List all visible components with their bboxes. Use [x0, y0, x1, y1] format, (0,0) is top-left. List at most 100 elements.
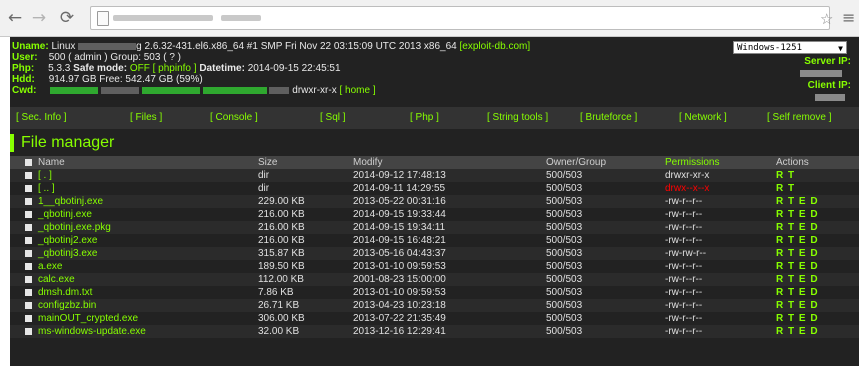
- menu-self-remove[interactable]: [ Self remove ]: [767, 112, 831, 123]
- user-line: User: 500 ( admin ) Group: 503 ( ? ): [12, 52, 181, 63]
- file-name-link[interactable]: _qbotinj3.exe: [38, 247, 98, 260]
- redacted-client-ip: [815, 94, 845, 101]
- file-permissions[interactable]: -rw-r--r--: [665, 286, 702, 299]
- file-permissions[interactable]: -rw-r--r--: [665, 273, 702, 286]
- reload-icon[interactable]: ⟳: [58, 9, 76, 27]
- file-name-link[interactable]: mainOUT_crypted.exe: [38, 312, 138, 325]
- row-checkbox[interactable]: [25, 185, 32, 192]
- file-name-link[interactable]: _qbotinj2.exe: [38, 234, 98, 247]
- menu-console[interactable]: [ Console ]: [210, 112, 258, 123]
- file-permissions[interactable]: -rw-rw-r--: [665, 247, 706, 260]
- browser-toolbar: ← → ⟳ ☆ ≡: [0, 0, 859, 37]
- table-row: [ .. ] dir 2014-09-11 14:29:55 500/503 drwx-…: [10, 182, 859, 195]
- table-row: a.exe 189.50 KB 2013-01-10 09:59:53 500/503…: [10, 260, 859, 273]
- redacted-path: [202, 86, 267, 94]
- file-permissions[interactable]: -rw-r--r--: [665, 299, 702, 312]
- file-actions[interactable]: R T E D: [776, 247, 819, 260]
- file-modified: 2001-08-23 15:00:00: [353, 274, 446, 285]
- row-checkbox[interactable]: [25, 263, 32, 270]
- hdd-label: Hdd:: [12, 74, 35, 85]
- menu-sec-info[interactable]: [ Sec. Info ]: [16, 112, 67, 123]
- file-permissions[interactable]: -rw-r--r--: [665, 208, 702, 221]
- file-actions[interactable]: R T E D: [776, 325, 819, 338]
- exploit-db-link[interactable]: [exploit-db.com]: [460, 41, 531, 52]
- phpinfo-link[interactable]: [ phpinfo ]: [153, 63, 197, 74]
- file-name-link[interactable]: configzbz.bin: [38, 299, 96, 312]
- file-owner: 500/503: [546, 235, 583, 246]
- file-permissions[interactable]: -rw-r--r--: [665, 312, 702, 325]
- file-size: 26.71 KB: [258, 300, 300, 311]
- file-modified: 2013-05-16 04:43:37: [353, 248, 446, 259]
- file-actions[interactable]: R T E D: [776, 208, 819, 221]
- file-name-link[interactable]: calc.exe: [38, 273, 75, 286]
- col-owner: Owner/Group: [546, 157, 607, 168]
- server-info-header: Uname: Linux g 2.6.32-431.el6.x86_64 #1 …: [10, 37, 859, 105]
- row-checkbox[interactable]: [25, 211, 32, 218]
- file-permissions[interactable]: -rw-r--r--: [665, 234, 702, 247]
- bookmark-star-icon[interactable]: ☆: [820, 10, 833, 28]
- file-modified: 2014-09-12 17:48:13: [353, 170, 446, 181]
- col-modify[interactable]: Modify: [353, 156, 382, 169]
- file-owner: 500/503: [546, 326, 583, 337]
- file-name-link[interactable]: _qbotinj.exe.pkg: [38, 221, 111, 234]
- table-row: configzbz.bin 26.71 KB 2013-04-23 10:23:18…: [10, 299, 859, 312]
- file-actions[interactable]: R T E D: [776, 286, 819, 299]
- home-link[interactable]: [ home ]: [339, 85, 375, 96]
- file-name-link[interactable]: dmsh.dm.txt: [38, 286, 92, 299]
- hamburger-menu-icon[interactable]: ≡: [842, 8, 855, 27]
- file-actions[interactable]: R T E D: [776, 195, 819, 208]
- file-size: 216.00 KB: [258, 222, 305, 233]
- menu-files[interactable]: [ Files ]: [130, 112, 162, 123]
- file-actions[interactable]: R T E D: [776, 260, 819, 273]
- file-size: 216.00 KB: [258, 235, 305, 246]
- file-actions[interactable]: R T E D: [776, 234, 819, 247]
- file-actions[interactable]: R T: [776, 182, 795, 195]
- row-checkbox[interactable]: [25, 276, 32, 283]
- file-actions[interactable]: R T E D: [776, 299, 819, 312]
- file-actions[interactable]: R T: [776, 169, 795, 182]
- file-permissions[interactable]: drwxr-xr-x: [665, 169, 709, 182]
- col-size[interactable]: Size: [258, 156, 277, 169]
- row-checkbox[interactable]: [25, 237, 32, 244]
- file-name-link[interactable]: 1__qbotinj.exe: [38, 195, 103, 208]
- menu-network[interactable]: [ Network ]: [679, 112, 727, 123]
- file-name-link[interactable]: [ .. ]: [38, 182, 55, 195]
- row-checkbox[interactable]: [25, 224, 32, 231]
- row-checkbox[interactable]: [25, 289, 32, 296]
- file-actions[interactable]: R T E D: [776, 273, 819, 286]
- file-name-link[interactable]: _qbotinj.exe: [38, 208, 92, 221]
- file-permissions[interactable]: -rw-r--r--: [665, 260, 702, 273]
- forward-arrow-icon[interactable]: →: [30, 9, 48, 27]
- menu-sql[interactable]: [ Sql ]: [320, 112, 346, 123]
- address-bar[interactable]: [90, 6, 830, 30]
- back-arrow-icon[interactable]: ←: [6, 9, 24, 27]
- row-checkbox[interactable]: [25, 198, 32, 205]
- file-name-link[interactable]: ms-windows-update.exe: [38, 325, 146, 338]
- file-permissions[interactable]: -rw-r--r--: [665, 325, 702, 338]
- row-checkbox[interactable]: [25, 302, 32, 309]
- charset-select[interactable]: Windows-1251 ▼: [733, 41, 847, 54]
- col-permissions: Permissions: [665, 157, 720, 168]
- file-permissions[interactable]: -rw-r--r--: [665, 221, 702, 234]
- file-actions[interactable]: R T E D: [776, 312, 819, 325]
- file-modified: 2013-01-10 09:59:53: [353, 287, 446, 298]
- file-name-link[interactable]: [ . ]: [38, 169, 52, 182]
- col-name[interactable]: Name: [38, 156, 65, 169]
- file-permissions[interactable]: -rw-r--r--: [665, 195, 702, 208]
- table-row: _qbotinj.exe.pkg 216.00 KB 2014-09-15 19:3…: [10, 221, 859, 234]
- file-name-link[interactable]: a.exe: [38, 260, 62, 273]
- select-all-checkbox[interactable]: [25, 159, 32, 166]
- file-permissions[interactable]: drwx--x--x: [665, 182, 709, 195]
- row-checkbox[interactable]: [25, 315, 32, 322]
- file-actions[interactable]: R T E D: [776, 221, 819, 234]
- main-menu: [ Sec. Info ] [ Files ] [ Console ] [ Sq…: [10, 107, 859, 129]
- safe-mode-label: Safe mode:: [73, 63, 128, 74]
- row-checkbox[interactable]: [25, 250, 32, 257]
- uname-line: Uname: Linux g 2.6.32-431.el6.x86_64 #1 …: [12, 41, 530, 52]
- menu-bruteforce[interactable]: [ Bruteforce ]: [580, 112, 637, 123]
- row-checkbox[interactable]: [25, 172, 32, 179]
- menu-string-tools[interactable]: [ String tools ]: [487, 112, 548, 123]
- menu-php[interactable]: [ Php ]: [410, 112, 439, 123]
- row-checkbox[interactable]: [25, 328, 32, 335]
- redacted-server-ip: [800, 70, 842, 77]
